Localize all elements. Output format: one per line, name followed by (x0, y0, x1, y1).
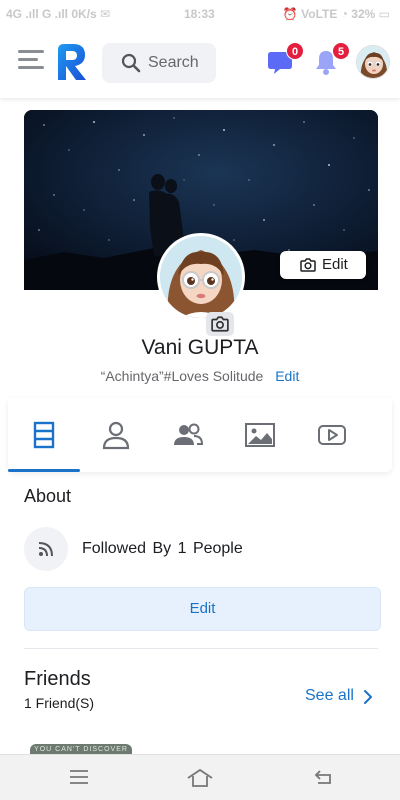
notifications-button[interactable]: 5 (312, 42, 350, 78)
tab-videos[interactable] (296, 398, 368, 472)
edit-cover-button[interactable]: Edit (280, 251, 366, 279)
status-bar: 4G .ıll G .ıll 0K/s ✉ 18:33 ⏰ VoLTE ◔ 32… (0, 0, 400, 28)
edit-bio-link[interactable]: Edit (275, 368, 299, 384)
profile-avatar[interactable] (157, 233, 245, 321)
tab-about[interactable] (80, 398, 152, 472)
camera-icon (300, 258, 316, 272)
profile-name: Vani GUPTA (141, 336, 259, 359)
active-tab-indicator (8, 469, 80, 472)
home-icon[interactable] (186, 767, 214, 789)
rss-icon-wrap (24, 527, 68, 571)
system-nav-bar (0, 754, 400, 800)
about-heading: About (24, 486, 72, 506)
tab-photos[interactable] (224, 398, 296, 472)
app-logo[interactable] (54, 42, 88, 82)
change-avatar-button[interactable] (206, 312, 234, 336)
tab-friends[interactable] (152, 398, 224, 472)
friends-count: 1 Friend(S) (24, 695, 95, 711)
image-icon (245, 423, 275, 447)
edit-cover-label: Edit (322, 256, 348, 273)
section-divider (24, 648, 378, 649)
messages-badge: 0 (286, 42, 304, 60)
profile-bio: “Achintya”#Loves Solitude (100, 368, 264, 384)
recents-icon[interactable] (68, 767, 90, 787)
edit-about-button[interactable]: Edit (24, 587, 381, 631)
top-app-bar: Search 0 5 (0, 28, 400, 98)
timeline-icon (33, 421, 55, 449)
camera-icon (211, 316, 229, 332)
menu-icon[interactable] (18, 50, 44, 74)
status-signal: 4G .ıll G .ıll 0K/s ✉ (6, 7, 111, 21)
status-battery: ⏰ VoLTE ◔ 32% ▭ (282, 7, 390, 21)
video-icon (318, 425, 346, 445)
search-icon (121, 53, 141, 73)
chevron-right-icon[interactable] (362, 689, 374, 705)
see-all-friends-link[interactable]: See all (305, 687, 354, 705)
rss-icon (38, 542, 53, 557)
friends-heading: Friends (24, 668, 91, 690)
followers-text: Followed By 1 People (82, 540, 243, 557)
people-icon (174, 423, 204, 445)
profile-tabs (8, 398, 392, 472)
tab-timeline[interactable] (8, 398, 80, 472)
status-time: 18:33 (184, 7, 215, 21)
bio-row: “Achintya”#Loves Solitude Edit (0, 368, 400, 384)
person-icon (102, 421, 130, 450)
messages-button[interactable]: 0 (266, 42, 304, 78)
back-icon[interactable] (312, 767, 334, 787)
notifications-badge: 5 (332, 42, 350, 60)
search-input[interactable]: Search (102, 43, 216, 83)
header-avatar[interactable] (356, 45, 390, 79)
search-placeholder: Search (148, 54, 199, 71)
